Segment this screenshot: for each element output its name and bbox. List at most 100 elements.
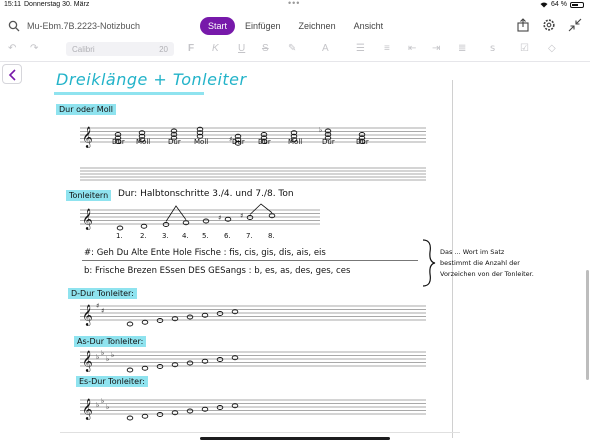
battery-percent: 64 % — [551, 1, 567, 8]
redo-icon[interactable]: ↷ — [30, 43, 38, 54]
scale-degree: 5. — [202, 232, 209, 240]
scale-degree: 7. — [246, 232, 253, 240]
back-button[interactable] — [2, 64, 22, 84]
bullets-icon[interactable]: ☰ — [356, 43, 365, 54]
scale-note — [186, 408, 194, 414]
scale-note — [216, 357, 224, 362]
styles-icon[interactable]: ꜱ — [490, 43, 495, 54]
tab-einfuegen[interactable]: Einfügen — [237, 17, 289, 35]
chord-label: Dur — [322, 138, 335, 146]
align-icon[interactable]: ≣ — [458, 43, 466, 54]
treble-clef: 𝄞 — [82, 351, 93, 372]
annotation-line-1: Das ... Wort im Satz — [440, 248, 505, 256]
key-flat: ♭ — [101, 397, 104, 405]
outdent-icon[interactable]: ⇤ — [408, 43, 416, 54]
note-title: Dreiklänge + Tonleiter — [56, 70, 247, 89]
vertical-scrollbar[interactable] — [586, 270, 589, 380]
title-underline — [54, 92, 204, 95]
checkbox-icon[interactable]: ☑ — [520, 43, 529, 54]
numbering-icon[interactable]: ≡ — [384, 43, 390, 54]
annotation: Das ... Wort im Satz bestimmt die Anzahl… — [440, 248, 550, 278]
highlight-icon[interactable]: ✎ — [288, 43, 296, 54]
home-indicator[interactable] — [200, 437, 390, 440]
scale-note — [162, 222, 170, 227]
font-color-icon[interactable]: A — [322, 43, 329, 54]
title-bar: Mu-Ebm.7B.2223-Notizbuch Start Einfügen … — [0, 12, 590, 40]
scale-note — [216, 405, 224, 410]
annotation-line-2: bestimmt die Anzahl der — [440, 259, 520, 267]
multitask-dots-icon[interactable]: ••• — [288, 0, 300, 8]
share-icon[interactable] — [516, 18, 530, 32]
scale-note — [156, 412, 164, 417]
strikethrough-icon[interactable]: S — [262, 43, 269, 54]
section-tonleitern: Tonleitern — [66, 190, 112, 201]
c-major-staff: 𝄞 ♯ ♯ — [80, 203, 320, 231]
scale-degree: 1. — [116, 232, 123, 240]
curly-brace — [422, 239, 436, 287]
scale-note — [186, 314, 194, 320]
font-size: 20 — [159, 45, 168, 54]
scale-note — [116, 225, 124, 231]
scale-degree: 4. — [182, 232, 189, 240]
flat-sign: ♭ — [319, 126, 322, 134]
status-time: 15:11 — [4, 1, 21, 8]
chord-label: Moll — [136, 138, 151, 146]
sharp-sign: ♯ — [240, 212, 243, 220]
treble-clef: 𝄞 — [82, 399, 93, 420]
ribbon-tabs: Start Einfügen Zeichnen Ansicht — [200, 17, 391, 35]
note-canvas[interactable]: Dreiklänge + Tonleiter Dur oder Moll 𝄞 ♯ ♭… — [26, 62, 590, 442]
notebook-title[interactable]: Mu-Ebm.7B.2223-Notizbuch — [27, 21, 140, 31]
scale-note — [141, 365, 149, 371]
wifi-icon — [540, 2, 548, 7]
scale-degree: 6. — [224, 232, 231, 240]
font-name: Calibri — [72, 45, 95, 54]
d-major-staff: 𝄞 ♯♯ — [80, 302, 426, 327]
key-sharp: ♯ — [96, 302, 99, 310]
italic-icon[interactable]: K — [212, 43, 219, 54]
chord-staff: 𝄞 ♯♭ — [80, 126, 426, 148]
scale-degree: 3. — [162, 232, 169, 240]
empty-staff — [80, 167, 426, 181]
chord-label: Dur — [356, 138, 369, 146]
indent-icon[interactable]: ⇥ — [432, 43, 440, 54]
formatting-ribbon: ↶ ↷ Calibri 20 F K U S ✎ A ☰ ≡ ⇤ ⇥ ≣ ꜱ ☑… — [0, 40, 590, 58]
chord-label: Dur — [258, 138, 271, 146]
scale-degree: 8. — [268, 232, 275, 240]
chord-label: Dur — [112, 138, 125, 146]
half-step-arc — [249, 203, 273, 215]
battery-fill — [572, 3, 579, 6]
key-flat: ♭ — [111, 351, 114, 359]
chord-label: Dur — [168, 138, 181, 146]
search-icon[interactable] — [8, 20, 20, 32]
section-d-dur: D-Dur Tonleiter: — [68, 288, 137, 299]
chord-label: Dur — [232, 138, 245, 146]
key-flat: ♭ — [106, 355, 109, 363]
settings-icon[interactable] — [542, 18, 556, 32]
collapse-icon[interactable] — [568, 18, 582, 32]
tag-icon[interactable]: ◇ — [548, 43, 556, 54]
battery-icon — [570, 1, 584, 8]
a-flat-major-staff: 𝄞 ♭ ♭♭ ♭ — [80, 349, 426, 373]
scale-note — [186, 360, 194, 366]
bold-icon[interactable]: F — [188, 43, 194, 54]
tab-zeichnen[interactable]: Zeichnen — [291, 17, 344, 35]
undo-icon[interactable]: ↶ — [8, 43, 16, 54]
key-flat: ♭ — [106, 403, 109, 411]
tab-start[interactable]: Start — [200, 17, 236, 35]
key-flat: ♭ — [101, 349, 104, 357]
scale-note — [126, 321, 134, 327]
title-actions — [516, 18, 582, 32]
e-flat-major-staff: 𝄞 ♭ ♭♭ — [80, 397, 426, 421]
key-flat: ♭ — [96, 353, 99, 361]
tab-ansicht[interactable]: Ansicht — [346, 17, 392, 35]
scale-note — [141, 413, 149, 419]
font-picker[interactable]: Calibri 20 — [66, 42, 174, 56]
key-flat: ♭ — [96, 401, 99, 409]
treble-clef: 𝄞 — [82, 127, 93, 148]
scale-note — [202, 218, 210, 224]
underline-icon[interactable]: U — [238, 43, 245, 54]
key-sharp: ♯ — [101, 307, 104, 315]
chevron-left-icon — [8, 69, 16, 81]
treble-clef: 𝄞 — [82, 305, 93, 326]
sharp-mnemonic: #: Geh Du Alte Ente Hole Fische : fis, c… — [84, 248, 326, 258]
